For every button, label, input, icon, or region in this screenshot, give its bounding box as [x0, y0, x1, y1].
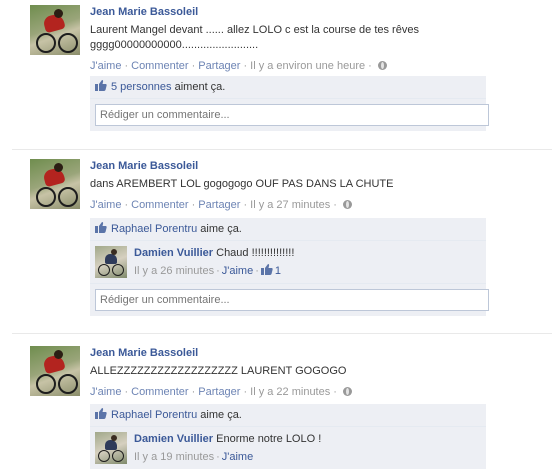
comment-link[interactable]: Commenter [131, 386, 188, 398]
post-author-link[interactable]: Jean Marie Bassoleil [90, 346, 542, 360]
comment-text: Enorme notre LOLO ! [213, 433, 322, 445]
comment-meta: Il y a 19 minutes · J'aime [134, 451, 254, 463]
thumbs-up-icon [95, 408, 107, 419]
comment-like-link[interactable]: J'aime [222, 451, 253, 463]
comment-item: Damien Vuillier Chaud !!!!!!!!!!!!!! Il … [90, 241, 486, 284]
author-avatar[interactable] [30, 5, 80, 55]
feedback-box: Raphael Porentru aime ça. Damien Vuillie… [90, 218, 489, 316]
likes-summary: 5 personnes aiment ça. [90, 76, 486, 99]
comment-compose-area [90, 99, 489, 131]
feed-post: Jean Marie Bassoleil dans AREMBERT LOL g… [0, 159, 552, 329]
comment-link[interactable]: Commenter [131, 60, 188, 72]
commenter-avatar[interactable] [95, 432, 127, 464]
author-avatar[interactable] [30, 346, 80, 396]
share-link[interactable]: Partager [198, 386, 240, 398]
globe-icon [342, 200, 352, 209]
post-message: Laurent Mangel devant ...... allez LOLO … [90, 24, 419, 51]
feed-post: Jean Marie Bassoleil Laurent Mangel deva… [0, 5, 552, 145]
likers-link[interactable]: 5 personnes [111, 81, 172, 93]
commenter-name-link[interactable]: Damien Vuillier [134, 247, 213, 259]
post-divider [12, 149, 552, 150]
feedback-box: Raphael Porentru aime ça. Damien Vuillie… [90, 404, 486, 469]
feedback-box: 5 personnes aiment ça. [90, 76, 489, 131]
like-link[interactable]: J'aime [90, 199, 121, 211]
post-actions: J'aime · Commenter · Partager · Il y a environ… [90, 59, 542, 73]
likes-summary: Raphael Porentru aime ça. [90, 404, 486, 427]
commenter-avatar[interactable] [95, 246, 127, 278]
post-divider [12, 333, 552, 334]
comment-input[interactable] [95, 104, 489, 126]
comment-like-link[interactable]: J'aime [222, 265, 253, 277]
post-actions: J'aime · Commenter · Partager · Il y a 22 minu… [90, 385, 542, 399]
thumbs-up-icon [260, 264, 273, 275]
comment-link[interactable]: Commenter [131, 199, 188, 211]
post-timestamp[interactable]: Il y a environ une heure [250, 60, 365, 72]
post-timestamp[interactable]: Il y a 27 minutes [250, 199, 330, 211]
commenter-name-link[interactable]: Damien Vuillier [134, 433, 213, 445]
like-link[interactable]: J'aime [90, 386, 121, 398]
comment-timestamp[interactable]: Il y a 26 minutes [134, 265, 214, 277]
post-timestamp[interactable]: Il y a 22 minutes [250, 386, 330, 398]
likes-summary: Raphael Porentru aime ça. [90, 218, 486, 241]
comment-meta: Il y a 26 minutes · J'aime · 1 [134, 264, 282, 277]
liker-name-link[interactable]: Raphael Porentru [111, 223, 197, 235]
post-message: dans AREMBERT LOL gogogogo OUF PAS DANS … [90, 178, 394, 190]
comment-like-count[interactable]: 1 [275, 265, 281, 277]
thumbs-up-icon [95, 80, 107, 91]
post-content: Jean Marie Bassoleil Laurent Mangel deva… [90, 5, 542, 73]
comment-body: Damien Vuillier Enorme notre LOLO ! Il y… [134, 432, 481, 464]
post-content: Jean Marie Bassoleil ALLEZZZZZZZZZZZZZZZ… [90, 346, 542, 399]
comment-text: Chaud !!!!!!!!!!!!!! [213, 247, 295, 259]
post-actions: J'aime · Commenter · Partager · Il y a 27 minu… [90, 198, 542, 212]
comment-item: Damien Vuillier Enorme notre LOLO ! Il y… [90, 427, 486, 469]
globe-icon [377, 61, 387, 70]
share-link[interactable]: Partager [198, 199, 240, 211]
comment-compose-area [90, 284, 489, 316]
thumbs-up-icon [95, 222, 107, 233]
share-link[interactable]: Partager [198, 60, 240, 72]
comment-body: Damien Vuillier Chaud !!!!!!!!!!!!!! Il … [134, 246, 481, 278]
like-link[interactable]: J'aime [90, 60, 121, 72]
post-content: Jean Marie Bassoleil dans AREMBERT LOL g… [90, 159, 542, 212]
comment-input[interactable] [95, 289, 489, 311]
post-message: ALLEZZZZZZZZZZZZZZZZZZ LAURENT GOGOGO [90, 365, 347, 377]
globe-icon [342, 387, 352, 396]
comment-timestamp[interactable]: Il y a 19 minutes [134, 451, 214, 463]
feed-post: Jean Marie Bassoleil ALLEZZZZZZZZZZZZZZZ… [0, 346, 552, 469]
liker-name-link[interactable]: Raphael Porentru [111, 409, 197, 421]
post-author-link[interactable]: Jean Marie Bassoleil [90, 159, 542, 173]
post-author-link[interactable]: Jean Marie Bassoleil [90, 5, 542, 19]
author-avatar[interactable] [30, 159, 80, 209]
